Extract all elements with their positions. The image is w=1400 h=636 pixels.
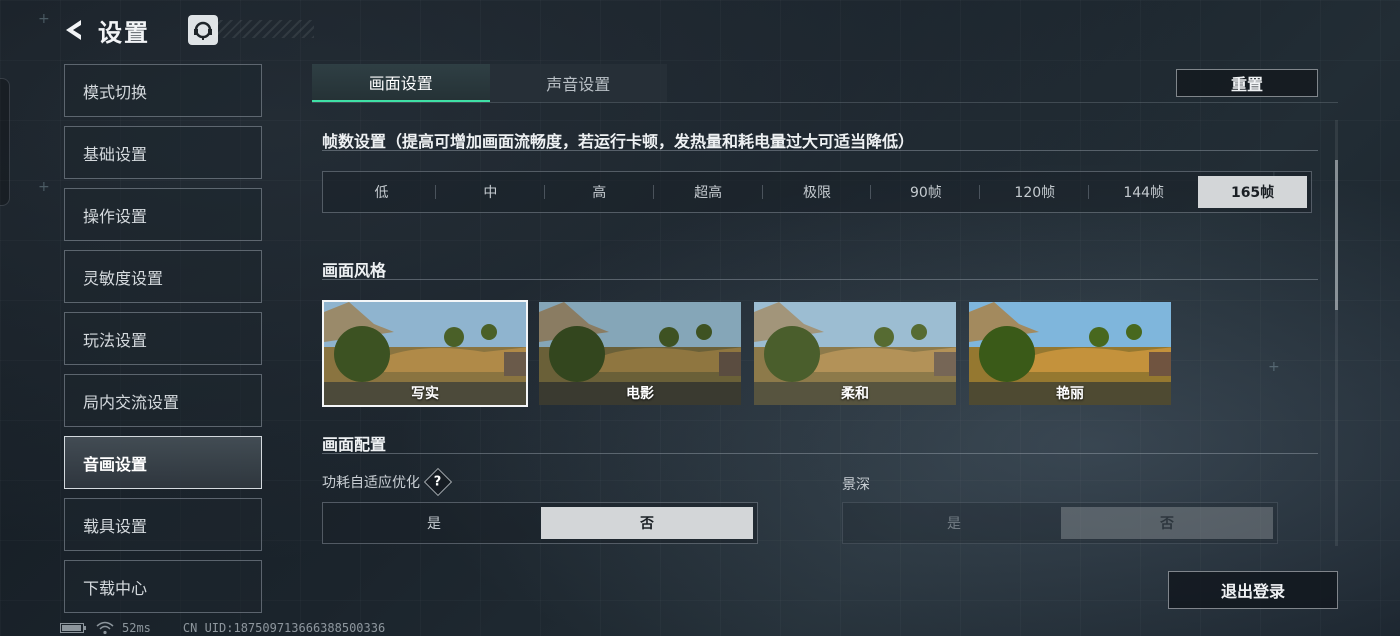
wifi-icon	[96, 621, 114, 635]
style-option-realistic[interactable]: 写实	[322, 300, 528, 407]
fps-option-medium[interactable]: 中	[436, 176, 545, 208]
sidebar-item-label: 玩法设置	[83, 330, 148, 350]
fps-option-low[interactable]: 低	[327, 176, 436, 208]
config-section-title: 画面配置	[322, 435, 387, 454]
fps-option-high[interactable]: 高	[545, 176, 654, 208]
sidebar: 模式切换 基础设置 操作设置 灵敏度设置 玩法设置 局内交流设置 音画设置 载具…	[64, 64, 263, 622]
back-button[interactable]	[58, 14, 90, 46]
scrollbar[interactable]	[1335, 120, 1338, 546]
power-optimization-label: 功耗自适应优化 ?	[322, 467, 453, 497]
help-icon[interactable]: ?	[423, 467, 453, 497]
uid-text: CN UID:1875097136663885003​36	[182, 621, 386, 635]
header-decoration	[214, 20, 314, 38]
power-optimization-text: 功耗自适应优化	[322, 475, 420, 491]
divider	[322, 279, 1318, 280]
style-option-soft[interactable]: 柔和	[752, 300, 958, 407]
sidebar-item-mode-switch[interactable]: 模式切换	[64, 64, 262, 117]
sidebar-item-controls[interactable]: 操作设置	[64, 188, 262, 241]
depth-option-no[interactable]: 否	[1061, 507, 1273, 539]
depth-option-yes[interactable]: 是	[847, 507, 1061, 539]
crosshair-decoration: +	[38, 11, 50, 27]
header: 设置	[58, 12, 218, 48]
sidebar-item-communication[interactable]: 局内交流设置	[64, 374, 262, 427]
scrollbar-thumb[interactable]	[1335, 160, 1338, 310]
style-option-label: 艳丽	[1056, 386, 1084, 402]
sidebar-item-label: 局内交流设置	[83, 392, 180, 412]
style-options: 写实 电影 柔和 艳丽	[322, 300, 1182, 407]
fps-option-165[interactable]: 165帧	[1198, 176, 1308, 208]
headset-icon	[194, 21, 212, 40]
sidebar-item-basic[interactable]: 基础设置	[64, 126, 262, 179]
sidebar-item-label: 操作设置	[83, 206, 148, 226]
tab-sound[interactable]: 声音设置	[490, 64, 668, 102]
chevron-left-icon	[66, 20, 81, 40]
edge-handle	[0, 78, 10, 206]
divider	[322, 150, 1318, 151]
sidebar-item-vehicle[interactable]: 载具设置	[64, 498, 262, 551]
style-option-label: 柔和	[841, 386, 869, 402]
fps-option-120[interactable]: 120帧	[980, 176, 1090, 208]
depth-of-field-toggle: 是 否	[842, 502, 1278, 544]
power-option-yes[interactable]: 是	[327, 507, 541, 539]
ping-text: 52ms	[122, 621, 151, 635]
divider	[322, 453, 1318, 454]
style-option-cinematic[interactable]: 电影	[537, 300, 743, 407]
style-option-vivid[interactable]: 艳丽	[967, 300, 1173, 407]
tab-bar: 画面设置 声音设置	[312, 64, 667, 102]
page-title: 设置	[98, 18, 150, 47]
sidebar-item-label: 灵敏度设置	[83, 268, 164, 288]
fps-option-extreme[interactable]: 极限	[763, 176, 872, 208]
fps-option-90[interactable]: 90帧	[871, 176, 981, 208]
status-bar: 52ms CN UID:1875097136663885003​36	[60, 620, 385, 636]
help-mark: ?	[434, 474, 442, 490]
depth-of-field-label: 景深	[842, 477, 870, 493]
fps-selector: 低 中 高 超高 极限 90帧 120帧 144帧 165帧	[322, 171, 1312, 213]
fps-section-title: 帧数设置（提高可增加画面流畅度，若运行卡顿，发热量和耗电量过大可适当降低）	[322, 132, 915, 151]
crosshair-decoration: +	[38, 179, 50, 195]
fps-option-144[interactable]: 144帧	[1089, 176, 1198, 208]
style-section-title: 画面风格	[322, 261, 387, 280]
power-option-no[interactable]: 否	[541, 507, 753, 539]
logout-button[interactable]: 退出登录	[1168, 571, 1338, 609]
fps-option-ultra[interactable]: 超高	[654, 176, 763, 208]
style-option-label: 写实	[411, 386, 439, 402]
battery-icon	[60, 623, 86, 633]
settings-panel: 画面设置 声音设置 重置 帧数设置（提高可增加画面流畅度，若运行卡顿，发热量和耗…	[312, 64, 1338, 546]
sidebar-item-gameplay[interactable]: 玩法设置	[64, 312, 262, 365]
tab-graphics[interactable]: 画面设置	[312, 64, 490, 102]
power-optimization-toggle: 是 否	[322, 502, 758, 544]
sidebar-item-sensitivity[interactable]: 灵敏度设置	[64, 250, 262, 303]
sidebar-item-label: 载具设置	[83, 516, 148, 536]
sidebar-item-label: 基础设置	[83, 144, 148, 164]
sidebar-item-label: 模式切换	[83, 82, 148, 102]
reset-button[interactable]: 重置	[1176, 69, 1318, 97]
sidebar-item-download[interactable]: 下载中心	[64, 560, 262, 613]
style-option-label: 电影	[626, 386, 654, 402]
sidebar-item-label: 下载中心	[83, 578, 148, 598]
divider	[312, 102, 1338, 103]
sidebar-item-label: 音画设置	[83, 454, 148, 474]
sidebar-item-audio-visual[interactable]: 音画设置	[64, 436, 262, 489]
